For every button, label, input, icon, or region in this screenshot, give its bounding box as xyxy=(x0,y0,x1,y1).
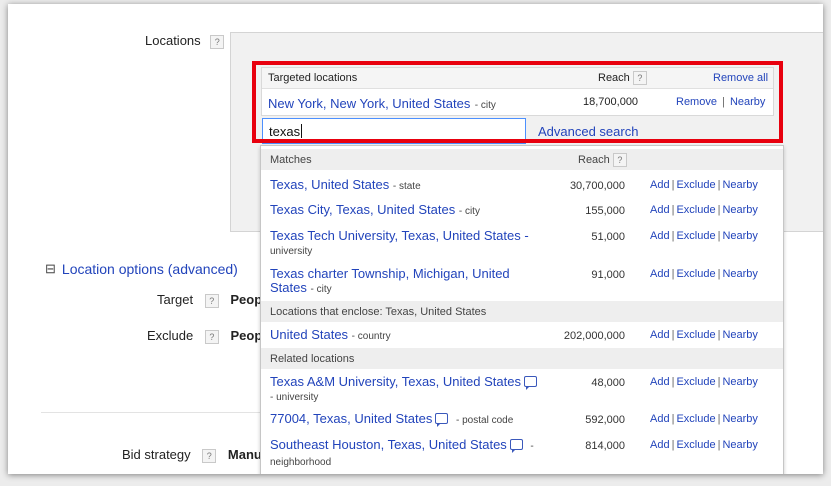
add-link[interactable]: Add xyxy=(650,230,670,242)
list-item[interactable]: Texas charter Township, Michigan, United… xyxy=(261,263,783,297)
location-reach: 48,000 xyxy=(591,377,625,389)
add-link[interactable]: Add xyxy=(650,439,670,451)
nearby-link[interactable]: Nearby xyxy=(722,413,757,425)
exclude-link[interactable]: Exclude xyxy=(676,179,715,191)
exclude-link[interactable]: Exclude xyxy=(676,329,715,341)
nearby-link[interactable]: Nearby xyxy=(722,439,757,451)
location-reach: 814,000 xyxy=(585,440,625,452)
location-reach: 202,000,000 xyxy=(563,330,625,342)
location-reach: 51,000 xyxy=(591,231,625,243)
add-link[interactable]: Add xyxy=(650,329,670,341)
speech-bubble-icon xyxy=(523,376,537,390)
highlight-box xyxy=(252,61,783,143)
nearby-link[interactable]: Nearby xyxy=(722,268,757,280)
locations-label: Locations ? xyxy=(145,33,225,49)
location-name[interactable]: United States xyxy=(270,327,348,342)
bid-strategy-row: Bid strategy ? Manu xyxy=(122,447,262,463)
target-help-icon[interactable]: ? xyxy=(204,293,219,308)
campaign-settings-panel: Locations ? ⊟ Location options (advanced)… xyxy=(8,4,823,474)
location-reach: 30,700,000 xyxy=(569,180,625,192)
list-item[interactable]: Texas Tech University, Texas, United Sta… xyxy=(261,225,783,259)
exclude-link[interactable]: Exclude xyxy=(676,439,715,451)
nearby-link[interactable]: Nearby xyxy=(722,179,757,191)
matches-header: Matches Reach ? xyxy=(261,149,783,170)
collapse-icon[interactable]: ⊟ xyxy=(45,262,56,275)
exclude-link[interactable]: Exclude xyxy=(676,268,715,280)
exclude-link[interactable]: Exclude xyxy=(676,204,715,216)
target-row: Target ? Peop xyxy=(157,292,263,308)
list-item[interactable]: Texas City, Texas, United States - city … xyxy=(261,199,783,221)
speech-bubble-icon xyxy=(509,439,523,453)
nearby-link[interactable]: Nearby xyxy=(722,204,757,216)
exclude-link[interactable]: Exclude xyxy=(676,230,715,242)
section-divider xyxy=(41,412,266,413)
location-name[interactable]: Texas A&M University, Texas, United Stat… xyxy=(270,374,521,389)
add-link[interactable]: Add xyxy=(650,413,670,425)
exclude-help-icon[interactable]: ? xyxy=(204,329,219,344)
nearby-link[interactable]: Nearby xyxy=(722,376,757,388)
location-name[interactable]: Texas, United States xyxy=(270,177,389,192)
location-reach: 91,000 xyxy=(591,269,625,281)
exclude-row: Exclude ? Peop xyxy=(147,328,263,344)
search-suggestions-dropdown: Matches Reach ? Texas, United States - s… xyxy=(260,145,784,474)
speech-bubble-icon xyxy=(435,413,449,427)
bid-strategy-value: Manu xyxy=(227,447,262,462)
list-item[interactable]: Texas, United States - state 30,700,000 … xyxy=(261,174,783,196)
location-name[interactable]: Texas charter Township, Michigan, United… xyxy=(270,266,510,295)
location-reach: 155,000 xyxy=(585,205,625,217)
location-name[interactable]: Texas Tech University, Texas, United Sta… xyxy=(270,228,529,243)
location-name[interactable]: Texas City, Texas, United States xyxy=(270,202,455,217)
location-reach: 592,000 xyxy=(585,414,625,426)
add-link[interactable]: Add xyxy=(650,376,670,388)
locations-help-icon[interactable]: ? xyxy=(210,34,225,49)
list-item[interactable]: Southeast Houston, Texas, United States … xyxy=(261,434,783,469)
add-link[interactable]: Add xyxy=(650,268,670,280)
related-header: Related locations xyxy=(261,348,783,369)
nearby-link[interactable]: Nearby xyxy=(722,329,757,341)
location-name[interactable]: 77004, Texas, United States xyxy=(270,411,432,426)
enclose-header: Locations that enclose: Texas, United St… xyxy=(261,301,783,322)
location-options-link[interactable]: Location options (advanced) xyxy=(62,261,238,277)
add-link[interactable]: Add xyxy=(650,179,670,191)
target-value: Peop xyxy=(230,292,263,307)
nearby-link[interactable]: Nearby xyxy=(722,230,757,242)
list-item[interactable]: 77004, Texas, United States - postal cod… xyxy=(261,408,783,430)
list-item[interactable]: Texas A&M University, Texas, United Stat… xyxy=(261,371,783,405)
exclude-value: Peop xyxy=(230,328,263,343)
list-item[interactable]: United States - country 202,000,000 Add |… xyxy=(261,324,783,346)
exclude-link[interactable]: Exclude xyxy=(676,413,715,425)
add-link[interactable]: Add xyxy=(650,204,670,216)
exclude-link[interactable]: Exclude xyxy=(676,376,715,388)
location-name[interactable]: Southeast Houston, Texas, United States xyxy=(270,437,507,452)
matches-reach-help-icon[interactable]: ? xyxy=(612,153,627,167)
bid-strategy-help-icon[interactable]: ? xyxy=(202,448,217,463)
location-options-toggle[interactable]: ⊟ Location options (advanced) xyxy=(45,261,238,277)
